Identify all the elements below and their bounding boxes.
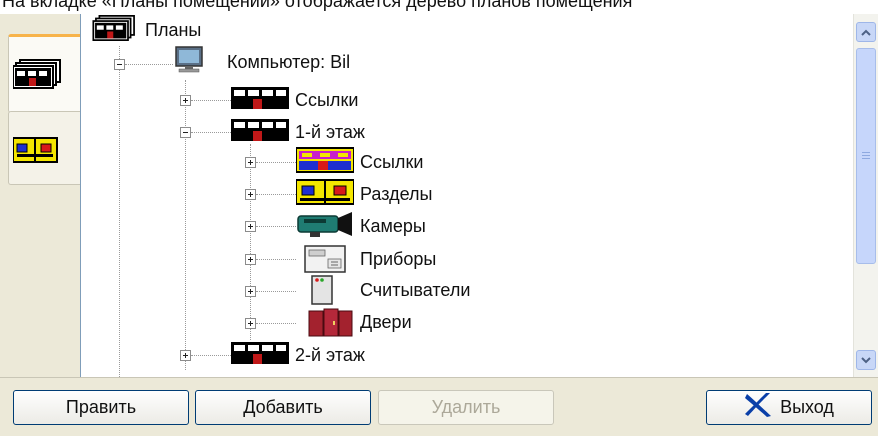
action-bar: Править Добавить Удалить Выход — [0, 377, 878, 436]
plan-icon — [91, 14, 139, 46]
computer-icon — [173, 45, 205, 79]
scroll-down-button[interactable] — [856, 350, 876, 370]
tree-node-label: Компьютер: Bil — [227, 51, 351, 72]
expand-icon[interactable] — [245, 221, 256, 232]
tree-guide-line — [191, 132, 231, 133]
delete-button[interactable]: Удалить — [378, 390, 554, 425]
collapse-icon[interactable] — [114, 59, 125, 70]
expand-icon[interactable] — [180, 95, 191, 106]
tree-node-floor1-devices[interactable]: Приборы — [296, 245, 436, 273]
add-button-label: Добавить — [243, 397, 323, 417]
reader-icon — [310, 275, 354, 305]
tree-node-label: Двери — [360, 311, 412, 332]
expand-icon[interactable] — [245, 286, 256, 297]
exit-button[interactable]: Выход — [706, 390, 872, 425]
scroll-grip — [862, 158, 870, 159]
tree-node-label: Разделы — [360, 183, 433, 204]
close-icon — [744, 392, 774, 423]
tree-node-floor1-links[interactable]: Ссылки — [295, 146, 424, 179]
tree-node-links[interactable]: Ссылки — [231, 86, 358, 114]
tree-guide-line — [256, 323, 296, 324]
tree-node-label: Камеры — [360, 215, 426, 236]
sections-icon — [12, 134, 63, 169]
tree-node-computer[interactable]: Компьютер: Bil — [173, 45, 351, 79]
sections-icon — [295, 178, 355, 211]
tree-node-floor1-doors[interactable]: Двери — [296, 307, 412, 337]
expand-icon[interactable] — [245, 318, 256, 329]
caption-text: На вкладке «Планы помещений» отображаетс… — [2, 0, 633, 11]
plan-icon — [12, 59, 63, 94]
tree-guide-line — [256, 291, 296, 292]
tree-guide-line — [125, 64, 173, 65]
tree-guide-line — [191, 355, 231, 356]
side-tab-bar — [0, 14, 81, 377]
expand-icon[interactable] — [245, 157, 256, 168]
tree-guide-line — [256, 259, 296, 260]
tree-node-label: Планы — [145, 19, 202, 40]
door-icon — [308, 307, 354, 337]
sections-tab[interactable] — [8, 111, 81, 185]
tree-node-floor2[interactable]: 2-й этаж — [231, 341, 365, 369]
tree-guide-line — [256, 162, 296, 163]
tree-node-label: 1-й этаж — [295, 121, 365, 142]
edit-button-label: Править — [65, 397, 137, 417]
tree-node-root[interactable]: Планы — [91, 14, 202, 46]
plan-icon — [231, 340, 289, 371]
tree-node-label: Ссылки — [295, 89, 359, 110]
expand-icon[interactable] — [180, 350, 191, 361]
tree-node-floor1-cameras[interactable]: Камеры — [296, 210, 426, 243]
tree-node-floor1[interactable]: 1-й этаж — [231, 118, 365, 146]
tree-guide-line — [250, 144, 251, 340]
tree-guide-line — [256, 226, 296, 227]
chevron-down-icon — [861, 351, 871, 369]
plan-icon — [231, 85, 289, 116]
expand-icon[interactable] — [245, 254, 256, 265]
scroll-thumb[interactable] — [856, 48, 876, 264]
tree-node-label: 2-й этаж — [295, 344, 365, 365]
tree-guide-line — [191, 100, 231, 101]
chevron-up-icon — [861, 23, 871, 41]
plans-tab[interactable] — [8, 34, 81, 113]
add-button[interactable]: Добавить — [195, 390, 371, 425]
links-color-icon — [295, 146, 355, 179]
plan-icon — [231, 117, 289, 148]
tree-scrollbar[interactable] — [853, 14, 878, 377]
plans-tree[interactable]: Планы Компьютер: Bil Ссылки 1-й этаж Ссы… — [80, 14, 878, 378]
delete-button-label: Удалить — [431, 397, 501, 417]
exit-button-label: Выход — [780, 397, 834, 417]
device-icon — [304, 244, 354, 274]
tree-node-label: Ссылки — [360, 151, 424, 172]
scroll-up-button[interactable] — [856, 22, 876, 42]
tree-guide-line — [119, 46, 120, 377]
tree-guide-line — [185, 80, 186, 370]
tree-node-label: Считыватели — [360, 279, 471, 300]
tree-node-floor1-readers[interactable]: Считыватели — [296, 275, 471, 305]
scroll-grip — [862, 152, 870, 153]
tree-node-label: Приборы — [360, 248, 437, 269]
edit-button[interactable]: Править — [13, 390, 189, 425]
tree-node-floor1-sections[interactable]: Разделы — [295, 178, 433, 211]
collapse-icon[interactable] — [180, 127, 191, 138]
expand-icon[interactable] — [245, 189, 256, 200]
scroll-grip — [862, 155, 870, 156]
camera-icon — [296, 210, 354, 243]
caption-strip: На вкладке «Планы помещений» отображаетс… — [0, 0, 878, 14]
tree-guide-line — [256, 194, 296, 195]
